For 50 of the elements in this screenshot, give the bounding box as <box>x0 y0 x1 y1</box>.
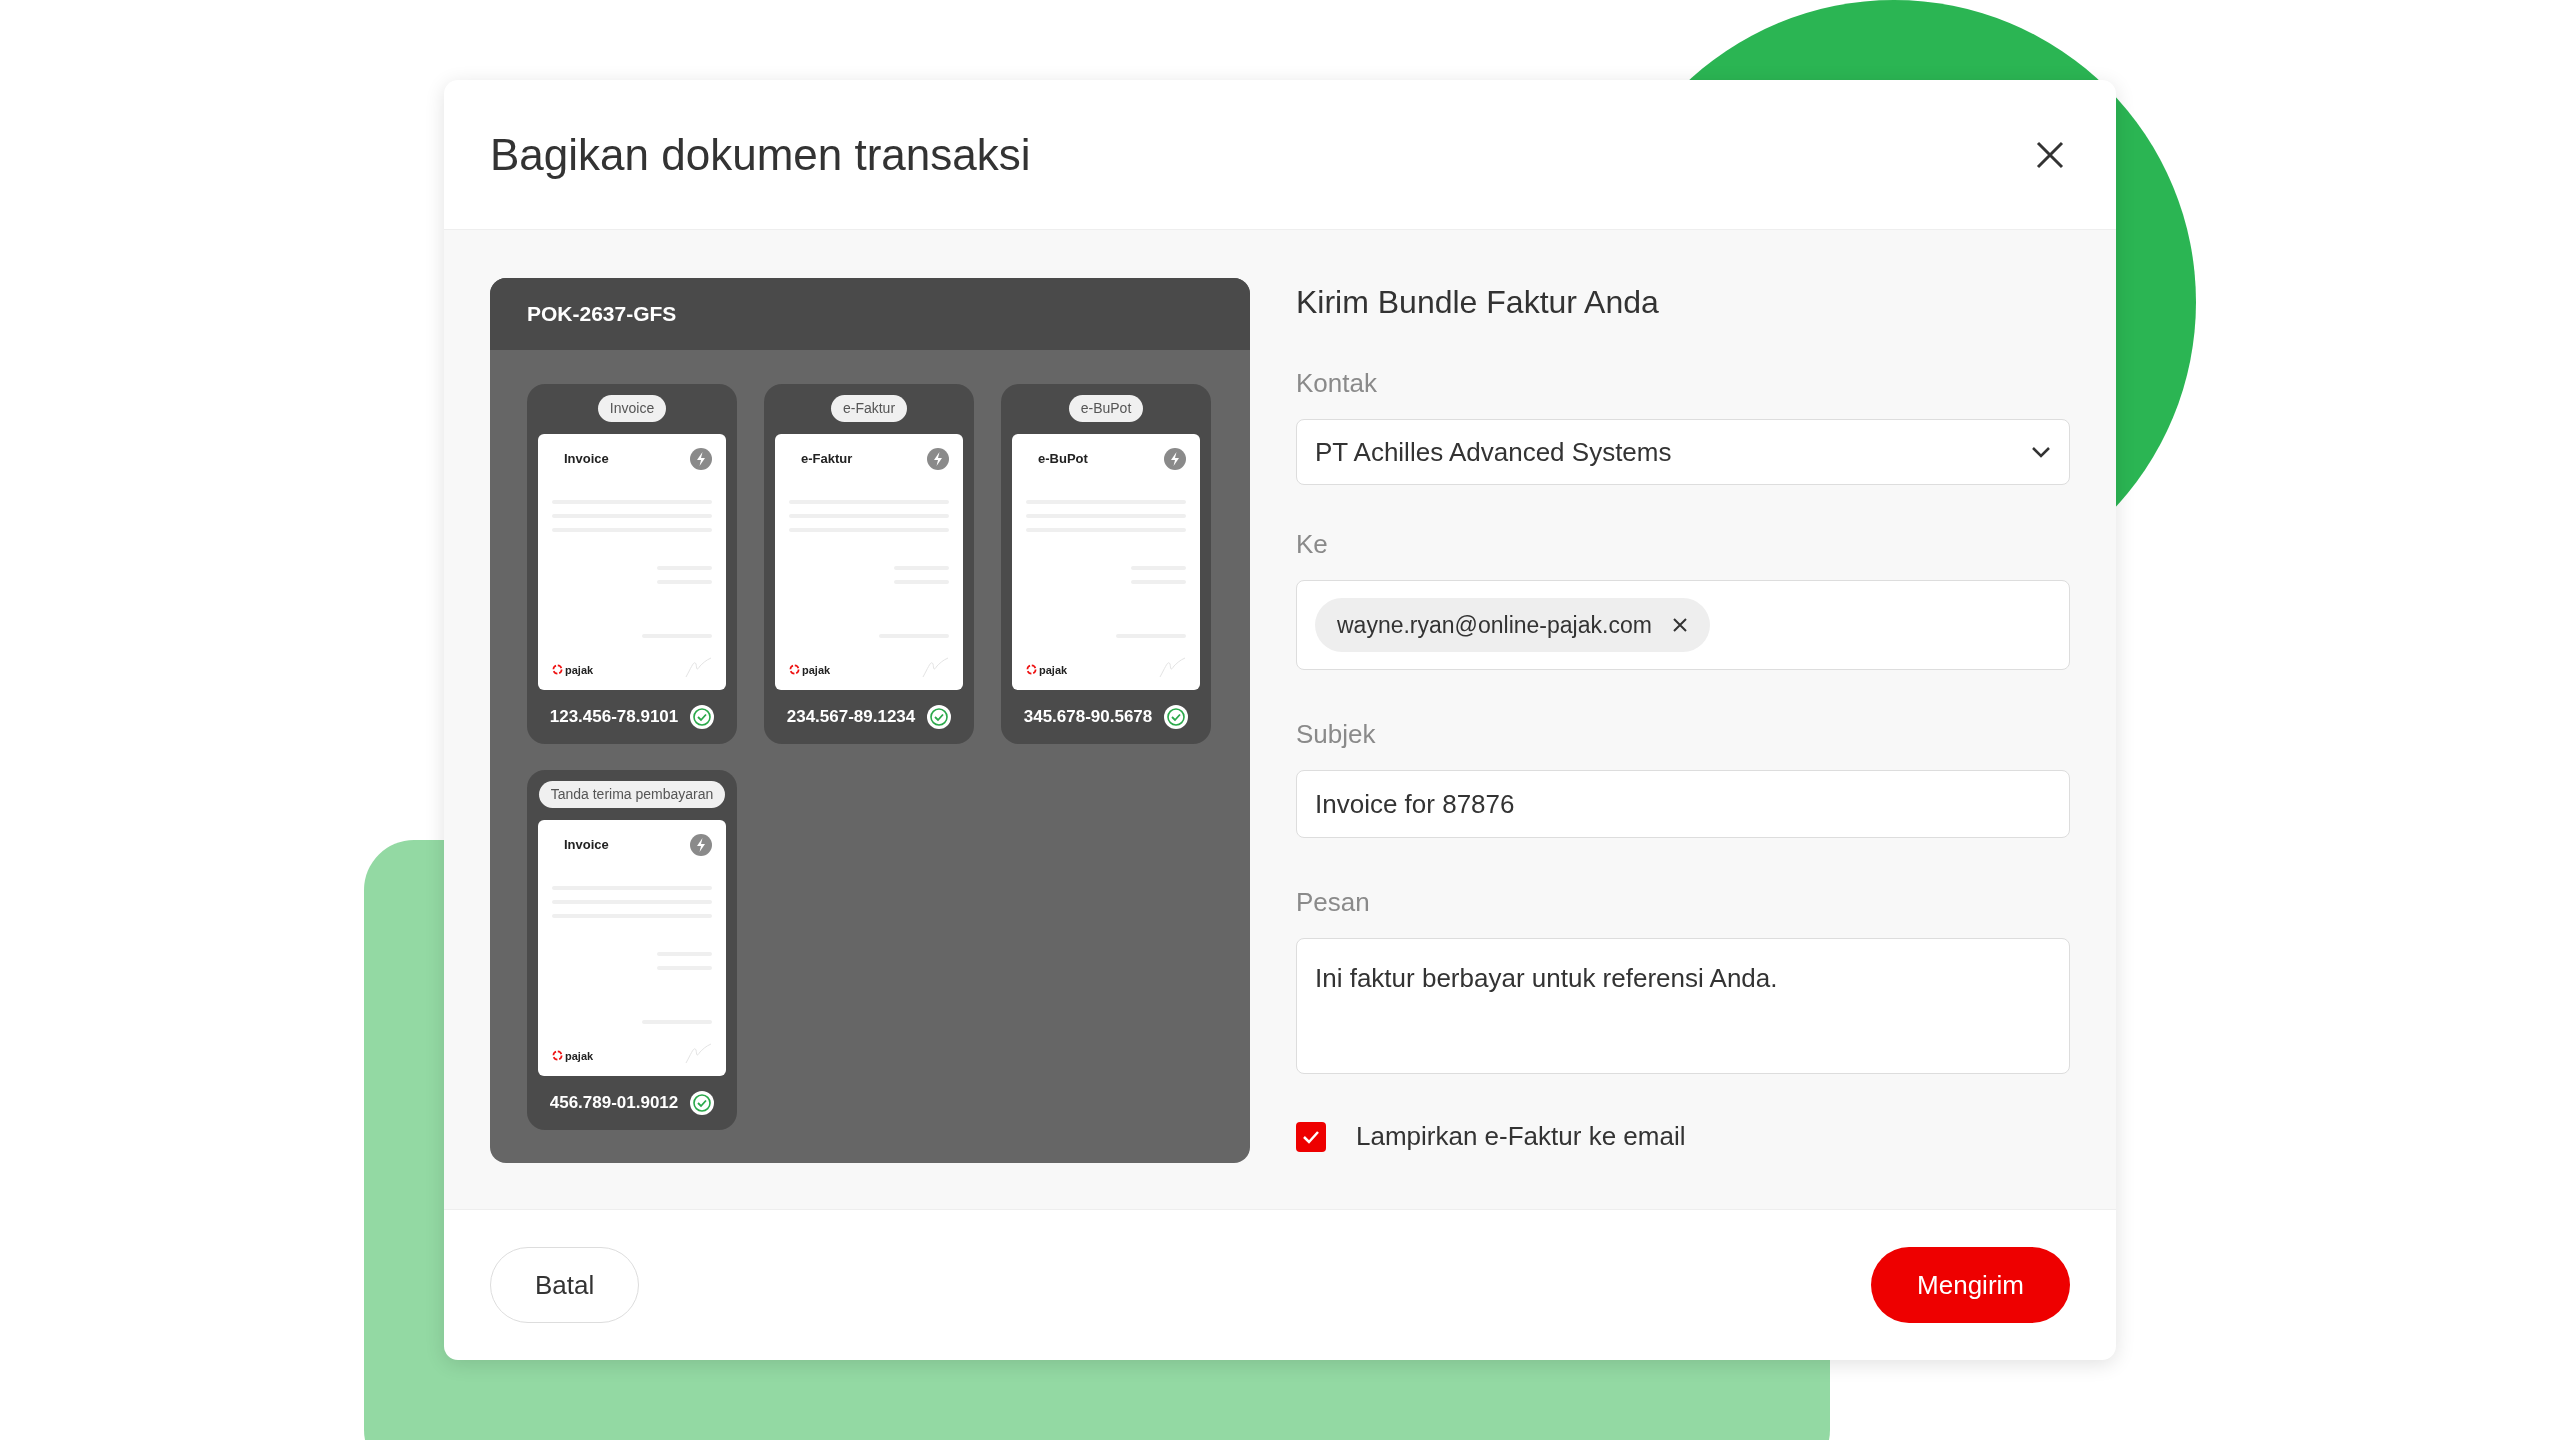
signature-icon <box>921 656 949 678</box>
check-circle-icon <box>927 704 952 729</box>
field-label: Subjek <box>1296 719 1376 749</box>
brand-name: pajak <box>565 1048 594 1064</box>
document-tag: Invoice <box>597 395 667 422</box>
logo-icon <box>552 664 563 676</box>
checkbox-label: Lampirkan e-Faktur ke email <box>1356 1120 1686 1153</box>
document-title: Invoice <box>563 836 609 855</box>
brand-name: pajak <box>1039 662 1068 678</box>
message-field[interactable]: Ini faktur berbayar untuk referensi Anda. <box>1296 938 2070 1074</box>
logo-icon <box>789 664 800 676</box>
bundle-code: POK-2637-GFS <box>527 301 677 328</box>
field-label: Pesan <box>1296 887 1370 917</box>
recipient-field[interactable]: wayne.ryan@online-pajak.com <box>1296 580 2070 670</box>
signature-icon <box>1158 656 1186 678</box>
chevron-down-icon <box>2031 446 2051 458</box>
document-number: 234.567-89.1234 <box>786 706 916 728</box>
subject-field[interactable]: Invoice for 87876 <box>1296 770 2070 838</box>
remove-icon[interactable] <box>1671 617 1688 633</box>
contact-select[interactable]: PT Achilles Advanced Systems <box>1296 419 2070 485</box>
check-circle-icon <box>1164 704 1189 729</box>
logo-icon <box>1026 664 1037 676</box>
lightning-icon <box>690 448 712 470</box>
lightning-icon <box>927 448 949 470</box>
document-title: e-BuPot <box>1037 450 1088 469</box>
cancel-button[interactable]: Batal <box>490 1247 640 1323</box>
signature-icon <box>684 656 712 678</box>
lightning-icon <box>690 834 712 856</box>
brand-name: pajak <box>802 662 831 678</box>
document-tag: e-BuPot <box>1068 395 1144 422</box>
lightning-icon <box>1164 448 1186 470</box>
dialog-title: Bagikan dokumen transaksi <box>490 128 1031 181</box>
document-number: 456.789-01.9012 <box>549 1092 679 1114</box>
document-number: 345.678-90.5678 <box>1023 706 1153 728</box>
document-title: Invoice <box>563 450 609 469</box>
brand-name: pajak <box>565 662 594 678</box>
document-title: e-Faktur <box>800 450 853 469</box>
check-circle-icon <box>690 704 715 729</box>
logo-icon <box>552 1050 563 1062</box>
signature-icon <box>684 1042 712 1064</box>
document-tag: e-Faktur <box>830 395 908 422</box>
field-label: Ke <box>1296 529 1328 559</box>
document-tag: Tanda terima pembayaran <box>538 781 726 808</box>
field-label: Kontak <box>1296 368 1377 398</box>
check-circle-icon <box>690 1090 715 1115</box>
email-chip[interactable]: wayne.ryan@online-pajak.com <box>1315 598 1710 652</box>
attach-checkbox[interactable] <box>1296 1121 1326 1152</box>
document-number: 123.456-78.9101 <box>549 706 679 728</box>
form-heading: Kirim Bundle Faktur Anda <box>1296 283 1660 322</box>
submit-button[interactable]: Mengirim <box>1871 1247 2070 1323</box>
